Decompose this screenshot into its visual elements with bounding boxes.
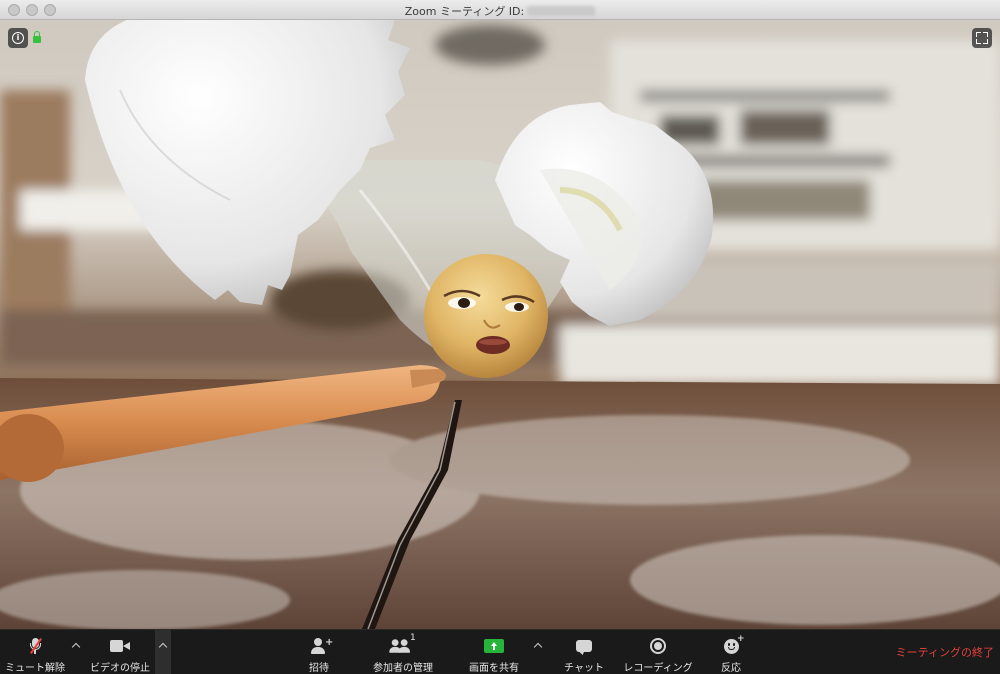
- stop-video-button[interactable]: ビデオの停止: [86, 630, 154, 674]
- participants-label: 参加者の管理: [373, 663, 433, 674]
- participants-button[interactable]: 1 参加者の管理: [370, 630, 436, 674]
- unmute-button[interactable]: ミュート解除: [2, 630, 68, 674]
- fullscreen-button[interactable]: [972, 28, 992, 48]
- meeting-id-redacted: [527, 6, 596, 16]
- window-title: Zoom ミーティング ID:: [0, 3, 1000, 19]
- share-screen-label: 画面を共有: [469, 663, 519, 674]
- title-bar: Zoom ミーティング ID:: [0, 0, 1000, 20]
- plus-icon: +: [737, 634, 745, 644]
- stop-video-label: ビデオの停止: [90, 663, 150, 674]
- video-feed: i: [0, 20, 1000, 629]
- chat-button[interactable]: チャット: [560, 630, 608, 674]
- share-screen-icon: [484, 639, 504, 653]
- participants-count: 1: [410, 633, 416, 643]
- reactions-button[interactable]: + 反応: [714, 630, 748, 674]
- share-screen-button[interactable]: 画面を共有: [464, 630, 524, 674]
- record-label: レコーディング: [623, 663, 693, 674]
- zoom-window: Zoom ミーティング ID: i ミュート解除 ビデオの停止 + 招待 1 参…: [0, 0, 1000, 674]
- share-options-caret[interactable]: [532, 640, 544, 652]
- record-icon: [650, 638, 666, 654]
- plus-icon: +: [325, 637, 334, 648]
- unmute-label: ミュート解除: [5, 663, 65, 674]
- encryption-lock-icon[interactable]: [33, 31, 41, 43]
- invite-label: 招待: [309, 663, 329, 674]
- virtual-background-scene: [0, 20, 1000, 629]
- participant-face: [424, 254, 548, 378]
- chat-label: チャット: [564, 663, 604, 674]
- meeting-toolbar: ミュート解除 ビデオの停止 + 招待 1 参加者の管理 画面を共有 チャット レ…: [0, 629, 1000, 674]
- reactions-label: 反応: [721, 663, 741, 674]
- window-title-text: Zoom ミーティング ID:: [404, 5, 525, 18]
- audio-options-caret[interactable]: [70, 640, 82, 652]
- video-options-caret-box[interactable]: [155, 630, 171, 674]
- invite-button[interactable]: + 招待: [302, 630, 336, 674]
- end-meeting-button[interactable]: ミーティングの終了: [896, 644, 994, 660]
- video-camera-icon: [110, 640, 130, 652]
- microphone-muted-icon: [30, 638, 42, 654]
- chat-bubble-icon: [576, 640, 592, 652]
- info-icon: i: [12, 32, 24, 44]
- meeting-info-button[interactable]: i: [8, 28, 28, 48]
- record-button[interactable]: レコーディング: [620, 630, 696, 674]
- video-options-caret[interactable]: [157, 640, 169, 652]
